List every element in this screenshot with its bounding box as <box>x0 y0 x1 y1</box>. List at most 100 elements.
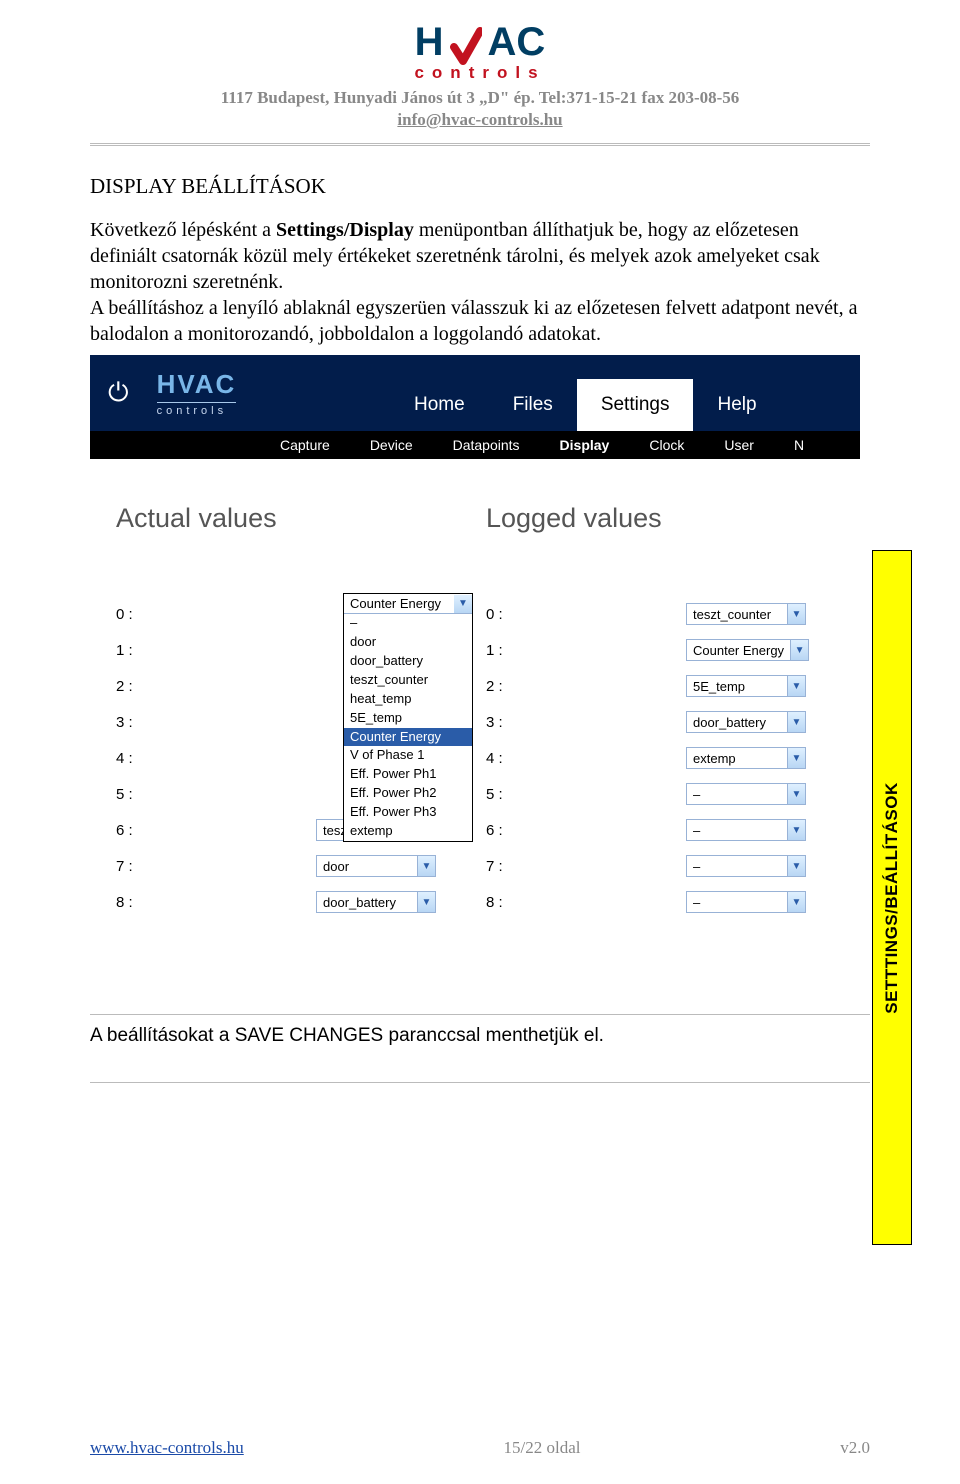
chevron-down-icon[interactable]: ▼ <box>787 676 805 696</box>
sub-nav-item-user[interactable]: User <box>724 437 754 453</box>
dropdown-option[interactable]: Counter Energy <box>344 728 472 747</box>
column-header-actual: Actual values <box>116 503 486 534</box>
logged-row: 4 :extemp▼ <box>486 740 856 776</box>
sub-nav-item-clock[interactable]: Clock <box>649 437 684 453</box>
sub-nav: Capture Device Datapoints Display Clock User N <box>90 431 860 459</box>
dropdown-option[interactable]: Eff. Power Ph3 <box>344 803 472 822</box>
footer-page: 15/22 oldal <box>504 1438 581 1458</box>
actual-values-column: Counter Energy ▼ –doordoor_batteryteszt_… <box>116 596 486 996</box>
rule-below-note <box>90 1082 870 1083</box>
header-address: 1117 Budapest, Hunyadi János út 3 „D" ép… <box>90 87 870 109</box>
sub-nav-item-device[interactable]: Device <box>370 437 413 453</box>
sub-nav-item-datapoints[interactable]: Datapoints <box>453 437 520 453</box>
sub-nav-item-display[interactable]: Display <box>560 437 610 453</box>
sub-nav-item-capture[interactable]: Capture <box>280 437 330 453</box>
row-label: 2 : <box>116 678 316 695</box>
row-label: 5 : <box>116 786 316 803</box>
chevron-down-icon[interactable]: ▼ <box>787 748 805 768</box>
logged-row: 7 :–▼ <box>486 848 856 884</box>
row-label: 6 : <box>116 822 316 839</box>
logged-row: 6 :–▼ <box>486 812 856 848</box>
actual-row: 8 :door_battery▼ <box>116 884 486 920</box>
body-paragraph-2: A beállításhoz a lenyíló ablaknál egysze… <box>90 295 870 347</box>
datapoint-select[interactable]: teszt_counter▼ <box>686 603 806 625</box>
power-icon[interactable]: ⏻ <box>108 377 129 409</box>
row-label: 3 : <box>486 714 686 731</box>
row-label: 0 : <box>486 606 686 623</box>
datapoint-select[interactable]: extemp▼ <box>686 747 806 769</box>
main-nav-tab-files[interactable]: Files <box>489 379 577 431</box>
dropdown-option[interactable]: door_battery <box>344 652 472 671</box>
main-nav-tab-help[interactable]: Help <box>693 379 780 431</box>
datapoint-select[interactable]: –▼ <box>686 819 806 841</box>
dropdown-option[interactable]: – <box>344 614 472 633</box>
dropdown-option[interactable]: V of Phase 1 <box>344 746 472 765</box>
datapoint-select[interactable]: –▼ <box>686 855 806 877</box>
chevron-down-icon[interactable]: ▼ <box>790 640 808 660</box>
page-footer: www.hvac-controls.hu 15/22 oldal v2.0 <box>90 1438 870 1458</box>
header-email-link[interactable]: info@hvac-controls.hu <box>397 110 562 129</box>
row-label: 8 : <box>486 894 686 911</box>
row-label: 6 : <box>486 822 686 839</box>
dropdown-option[interactable]: Eff. Power Ph1 <box>344 765 472 784</box>
body-paragraph-1: Következő lépésként a Settings/Display m… <box>90 217 870 295</box>
logo-text-right: AC <box>488 20 546 65</box>
dropdown-option[interactable]: teszt_counter <box>344 671 472 690</box>
logo-text-left: H <box>415 20 444 65</box>
save-note: A beállításokat a SAVE CHANGES paranccsa… <box>90 1025 870 1047</box>
dropdown-option[interactable]: extemp <box>344 822 472 841</box>
row-label: 8 : <box>116 894 316 911</box>
row-label: 4 : <box>116 750 316 767</box>
chevron-down-icon[interactable]: ▼ <box>454 595 472 613</box>
logged-row: 5 :–▼ <box>486 776 856 812</box>
chevron-down-icon[interactable]: ▼ <box>787 712 805 732</box>
header-logo: H AC controls <box>90 20 870 83</box>
datapoint-select[interactable]: –▼ <box>686 783 806 805</box>
footer-link[interactable]: www.hvac-controls.hu <box>90 1438 244 1458</box>
row-label: 7 : <box>116 858 316 875</box>
chevron-down-icon[interactable]: ▼ <box>787 820 805 840</box>
chevron-down-icon[interactable]: ▼ <box>787 856 805 876</box>
row-label: 1 : <box>486 642 686 659</box>
sub-nav-item-n[interactable]: N <box>794 437 804 453</box>
column-header-logged: Logged values <box>486 503 856 534</box>
datapoint-select[interactable]: –▼ <box>686 891 806 913</box>
row-label: 1 : <box>116 642 316 659</box>
datapoint-select[interactable]: door_battery▼ <box>316 891 436 913</box>
dropdown-option[interactable]: 5E_temp <box>344 709 472 728</box>
datapoint-select[interactable]: door_battery▼ <box>686 711 806 733</box>
row-label: 2 : <box>486 678 686 695</box>
logged-values-column: 0 :teszt_counter▼1 :Counter Energy▼2 :5E… <box>486 596 856 996</box>
datapoint-select[interactable]: Counter Energy▼ <box>686 639 809 661</box>
logged-row: 2 :5E_temp▼ <box>486 668 856 704</box>
logged-row: 1 :Counter Energy▼ <box>486 632 856 668</box>
chevron-down-icon[interactable]: ▼ <box>787 892 805 912</box>
datapoint-dropdown-open[interactable]: Counter Energy ▼ –doordoor_batteryteszt_… <box>343 593 473 842</box>
chevron-down-icon[interactable]: ▼ <box>787 784 805 804</box>
rule-above-note <box>90 1014 870 1015</box>
section-title: DISPLAY BEÁLLÍTÁSOK <box>90 174 870 199</box>
row-label: 7 : <box>486 858 686 875</box>
row-label: 4 : <box>486 750 686 767</box>
actual-row: 7 :door▼ <box>116 848 486 884</box>
row-label: 5 : <box>486 786 686 803</box>
app-screenshot: ⏻ HVAC controls HomeFilesSettingsHelp Ca… <box>90 355 860 996</box>
datapoint-select[interactable]: door▼ <box>316 855 436 877</box>
logged-row: 3 :door_battery▼ <box>486 704 856 740</box>
chevron-down-icon[interactable]: ▼ <box>417 892 435 912</box>
dropdown-option[interactable]: heat_temp <box>344 690 472 709</box>
logged-row: 8 :–▼ <box>486 884 856 920</box>
footer-version: v2.0 <box>840 1438 870 1458</box>
app-logo: HVAC controls <box>157 369 237 417</box>
main-nav-tab-home[interactable]: Home <box>390 379 489 431</box>
chevron-down-icon[interactable]: ▼ <box>417 856 435 876</box>
dropdown-option[interactable]: door <box>344 633 472 652</box>
row-label: 0 : <box>116 606 316 623</box>
dropdown-option[interactable]: Eff. Power Ph2 <box>344 784 472 803</box>
datapoint-select[interactable]: 5E_temp▼ <box>686 675 806 697</box>
side-tab-label: SETTTINGS/BEÁLLÍTÁSOK <box>882 782 902 1014</box>
main-nav-tab-settings[interactable]: Settings <box>577 379 694 431</box>
logo-checkmark-icon <box>450 27 482 67</box>
chevron-down-icon[interactable]: ▼ <box>787 604 805 624</box>
header-rule <box>90 143 870 146</box>
